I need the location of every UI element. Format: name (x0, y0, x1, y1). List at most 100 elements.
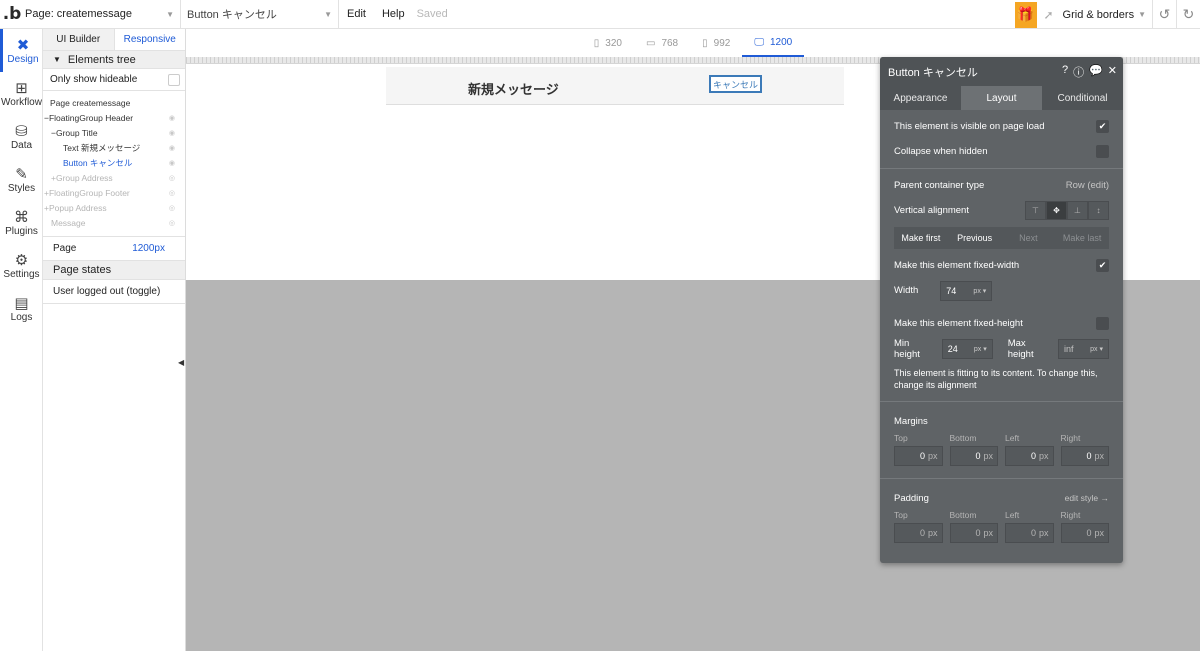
padding-left-input[interactable]: 0 px (1005, 523, 1054, 543)
page-selector[interactable]: Page: createmessage ▼ (21, 0, 181, 29)
eye-icon[interactable]: ◉ (169, 129, 175, 137)
rail-data[interactable]: ⛁ Data (0, 115, 43, 158)
header-icons: ? ⓘ 💬 ✕ (1062, 64, 1117, 80)
margin-top-input[interactable]: 0 px (894, 446, 943, 466)
tab-responsive[interactable]: Responsive (115, 29, 186, 50)
max-height-label: Max height (1007, 337, 1034, 360)
tree-item-text: FloatingGroup Footer (48, 187, 130, 198)
close-icon[interactable]: ✕ (1108, 64, 1117, 80)
padding-bottom-input[interactable]: 0 px (949, 523, 998, 543)
tree-item-selected[interactable]: Button キャンセル ◉ (43, 155, 185, 170)
fixed-width-checkbox[interactable]: ✔ (1096, 259, 1109, 272)
floating-group-header[interactable]: 新規メッセージ キャンセル (386, 67, 844, 105)
eye-slash-icon[interactable]: ◎ (169, 189, 175, 197)
page-width-value[interactable]: 1200px (132, 243, 165, 254)
tree-item[interactable]: +Group Address ◎ (43, 170, 185, 185)
eye-icon[interactable]: ◉ (169, 144, 175, 152)
breakpoint-768[interactable]: ▭ 768 (634, 29, 690, 57)
fixed-height-checkbox[interactable] (1096, 317, 1109, 330)
tree-item[interactable]: Text 新規メッセージ ◉ (43, 140, 185, 155)
bubble-logo[interactable]: .b (3, 0, 22, 29)
margin-right-input[interactable]: 0 px (1060, 446, 1109, 466)
tab-conditional[interactable]: Conditional (1042, 86, 1123, 110)
side-label: Right (1060, 433, 1081, 443)
tree-item[interactable]: Page createmessage (43, 95, 185, 110)
property-editor-header[interactable]: Button キャンセル ? ⓘ 💬 ✕ (880, 57, 1123, 86)
element-selector[interactable]: Button キャンセル ▼ (181, 0, 339, 29)
tree-item[interactable]: +Popup Address ◎ (43, 200, 185, 215)
parent-type-value[interactable]: Row (edit) (1066, 180, 1109, 191)
menu-help[interactable]: Help (374, 8, 413, 20)
eye-icon[interactable]: ◉ (169, 114, 175, 122)
rail-logs[interactable]: ▤ Logs (0, 287, 43, 330)
menu-edit[interactable]: Edit (339, 8, 374, 20)
tree-item-label: −FloatingGroup Header (44, 113, 133, 123)
only-show-hideable-checkbox[interactable] (168, 73, 180, 86)
eye-slash-icon[interactable]: ◎ (169, 174, 175, 182)
tree-item[interactable]: Message ◎ (43, 215, 185, 230)
rail-design[interactable]: ✖ Design (0, 29, 43, 72)
redo-icon[interactable]: ↻ (1176, 0, 1200, 29)
elements-tree-header[interactable]: ▼ Elements tree (43, 51, 185, 69)
max-height-input[interactable]: inf px ▾ (1058, 338, 1109, 359)
page-width-row[interactable]: Page 1200px (43, 236, 185, 260)
rail-label: Logs (10, 311, 33, 323)
tab-appearance[interactable]: Appearance (880, 86, 961, 110)
width-input[interactable]: 74 px ▾ (940, 280, 993, 301)
edit-style-link[interactable]: edit style → (1065, 493, 1109, 503)
gift-icon[interactable]: 🎁 (1014, 1, 1037, 28)
cursor-icon[interactable]: ➚ (1037, 8, 1061, 22)
align-top-icon[interactable]: ⊤ (1025, 201, 1046, 220)
tree-item-label: Message (51, 217, 86, 228)
breakpoint-992[interactable]: ▯ 992 (690, 29, 742, 57)
rail-styles[interactable]: ✎ Styles (0, 158, 43, 201)
padding-right-input[interactable]: 0 px (1060, 523, 1109, 543)
tree-item[interactable]: −FloatingGroup Header ◉ (43, 110, 185, 125)
rail-plugins[interactable]: ⌘ Plugins (0, 201, 43, 244)
margin-bottom-input[interactable]: 0 px (949, 446, 998, 466)
margins-label: Margins (894, 415, 928, 427)
eye-icon[interactable]: ◉ (169, 159, 175, 167)
tree-item-text: FloatingGroup Header (48, 112, 134, 123)
tree-item[interactable]: +FloatingGroup Footer ◎ (43, 185, 185, 200)
breakpoint-320[interactable]: ▯ 320 (582, 29, 634, 57)
page-states-header: Page states (43, 260, 185, 280)
page-title-text[interactable]: 新規メッセージ (468, 79, 559, 98)
min-height-input[interactable]: 24 px ▾ (941, 338, 993, 359)
unit-dropdown[interactable]: px ▾ (1090, 345, 1103, 353)
margin-left-input[interactable]: 0 px (1005, 446, 1054, 466)
cancel-button[interactable]: キャンセル (709, 75, 762, 93)
tab-layout[interactable]: Layout (961, 86, 1042, 110)
padding-top-input[interactable]: 0 px (894, 523, 943, 543)
grid-borders-dropdown[interactable]: Grid & borders ▼ (1061, 9, 1152, 21)
breakpoint-label: 992 (713, 37, 731, 49)
help-icon[interactable]: ? (1062, 64, 1068, 80)
rail-workflow[interactable]: ⊞ Workflow (0, 72, 43, 115)
undo-icon[interactable]: ↺ (1152, 0, 1176, 29)
make-first-button[interactable]: Make first (894, 227, 948, 249)
unit-dropdown[interactable]: px ▾ (973, 287, 986, 295)
tree-item[interactable]: −Group Title ◉ (43, 125, 185, 140)
align-center-icon[interactable]: ✥ (1046, 201, 1067, 220)
side-label: Left (1005, 510, 1020, 520)
page-state-item[interactable]: User logged out (toggle) (43, 280, 185, 304)
make-last-button[interactable]: Make last (1055, 227, 1109, 249)
next-button[interactable]: Next (1001, 227, 1056, 249)
align-bottom-icon[interactable]: ⊥ (1067, 201, 1088, 220)
unit-dropdown[interactable]: px ▾ (974, 345, 987, 353)
side-label: Top (894, 510, 908, 520)
previous-button[interactable]: Previous (947, 227, 1002, 249)
collapse-panel-icon[interactable]: ◀ (178, 358, 184, 367)
breakpoint-1200[interactable]: 🖵 1200 (742, 29, 805, 57)
tab-ui-builder[interactable]: UI Builder (43, 29, 115, 50)
fixed-width-row: Make this element fixed-width ✔ (880, 253, 1123, 278)
rail-settings[interactable]: ⚙ Settings (0, 244, 43, 287)
comment-icon[interactable]: 💬 (1089, 64, 1103, 80)
eye-slash-icon[interactable]: ◎ (169, 204, 175, 212)
info-icon[interactable]: ⓘ (1073, 64, 1084, 80)
align-stretch-icon[interactable]: ↕ (1088, 201, 1109, 220)
padding-inputs: 0 px 0 px 0 px 0 px (880, 523, 1123, 543)
visible-on-load-checkbox[interactable]: ✔ (1096, 120, 1109, 133)
eye-slash-icon[interactable]: ◎ (169, 219, 175, 227)
collapse-hidden-checkbox[interactable] (1096, 145, 1109, 158)
